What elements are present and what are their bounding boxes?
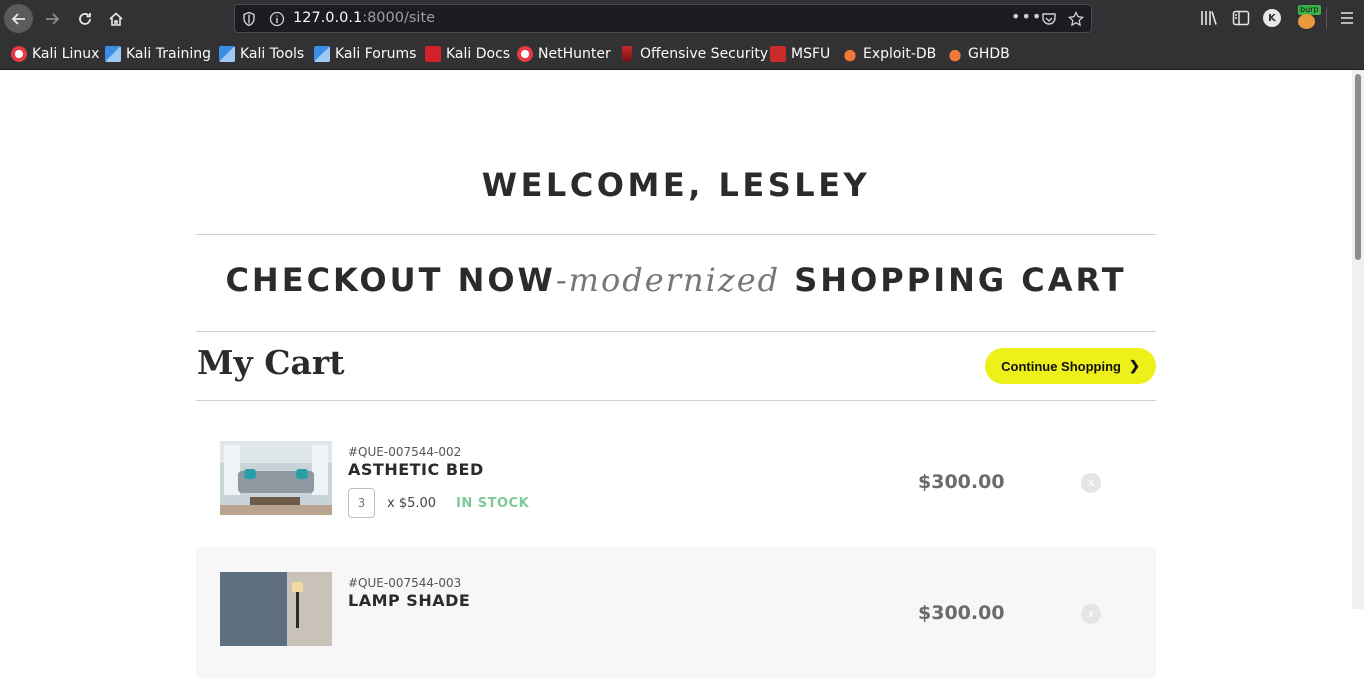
bookmark-star-icon[interactable]: [1067, 11, 1085, 27]
reload-icon: [78, 12, 91, 25]
divider: [196, 400, 1156, 401]
back-button[interactable]: [4, 4, 33, 33]
forward-button[interactable]: [37, 4, 66, 33]
toolbar-separator: [1326, 7, 1327, 29]
bookmark-label: Kali Training: [126, 46, 211, 62]
bookmark-kali-linux[interactable]: Kali Linux: [11, 45, 99, 63]
kali-dragon-icon: [314, 46, 330, 62]
cart-item: #QUE-007544-003 LAMP SHADE $300.00 x: [196, 547, 1156, 678]
bookmark-label: Offensive Security: [640, 46, 769, 62]
home-button[interactable]: [101, 4, 130, 33]
address-bar[interactable]: 127.0.0.1:8000/site •••: [234, 4, 1092, 33]
kali-dragon-icon: [219, 46, 235, 62]
bookmark-msfu[interactable]: MSFU: [770, 45, 830, 63]
remove-item-button[interactable]: x: [1081, 473, 1101, 493]
product-sku: #QUE-007544-002: [348, 445, 462, 459]
reload-button[interactable]: [70, 4, 99, 33]
product-name[interactable]: ASTHETIC BED: [348, 460, 484, 479]
profile-avatar[interactable]: K: [1263, 9, 1281, 27]
kali-docs-icon: [425, 46, 441, 62]
sidebar-icon[interactable]: [1231, 8, 1251, 28]
library-icon[interactable]: [1199, 8, 1219, 28]
ghdb-icon: [947, 46, 963, 62]
bookmark-nethunter[interactable]: NetHunter: [517, 45, 611, 63]
unit-price: x $5.00: [387, 496, 437, 511]
continue-label: Continue Shopping: [1001, 358, 1121, 374]
burp-face: [1298, 14, 1315, 29]
continue-shopping-button[interactable]: Continue Shopping ❯: [985, 348, 1156, 384]
quantity-input[interactable]: 3: [348, 488, 375, 518]
pocket-icon[interactable]: [1040, 11, 1058, 27]
page-actions-icon[interactable]: •••: [1011, 9, 1041, 27]
stock-status: IN STOCK: [456, 496, 530, 511]
bookmark-label: GHDB: [968, 46, 1010, 62]
bookmark-kali-forums[interactable]: Kali Forums: [314, 45, 416, 63]
bookmark-label: NetHunter: [538, 46, 611, 62]
bookmark-label: Kali Forums: [335, 46, 417, 62]
bookmark-kali-tools[interactable]: Kali Tools: [219, 45, 304, 63]
url-path: :8000/site: [362, 10, 436, 26]
page-scrollbar[interactable]: [1352, 70, 1364, 609]
kali-icon: [517, 46, 533, 62]
headline-right: SHOPPING CART: [780, 261, 1127, 299]
scrollbar-thumb[interactable]: [1355, 74, 1361, 260]
url-text[interactable]: 127.0.0.1:8000/site: [293, 10, 435, 26]
product-sku: #QUE-007544-003: [348, 576, 462, 590]
bookmark-label: MSFU: [791, 46, 831, 62]
product-image[interactable]: [220, 572, 332, 646]
bookmark-kali-docs[interactable]: Kali Docs: [425, 45, 510, 63]
bookmark-ghdb[interactable]: GHDB: [947, 45, 1010, 63]
item-total-price: $300.00: [918, 471, 1005, 493]
item-total-price: $300.00: [918, 602, 1005, 624]
arrow-left-icon: [11, 12, 25, 25]
exploit-db-icon: [842, 46, 858, 62]
headline-left: CHECKOUT NOW: [225, 261, 556, 299]
bookmarks-bar: Kali Linux Kali Training Kali Tools Kali…: [0, 37, 1364, 70]
divider: [196, 234, 1156, 235]
bookmark-label: Exploit-DB: [863, 46, 937, 62]
menu-icon[interactable]: [1337, 8, 1357, 28]
home-icon: [108, 11, 123, 26]
site-info-icon[interactable]: [269, 11, 285, 27]
tracking-shield-icon[interactable]: [241, 11, 257, 27]
bookmark-exploit-db[interactable]: Exploit-DB: [842, 45, 936, 63]
cart-item: #QUE-007544-002 ASTHETIC BED 3 x $5.00 I…: [196, 416, 1156, 547]
bookmark-kali-training[interactable]: Kali Training: [105, 45, 211, 63]
url-host: 127.0.0.1: [293, 10, 363, 26]
shop-headline: CHECKOUT NOW-modernized SHOPPING CART: [196, 261, 1156, 299]
chevron-right-icon: ❯: [1128, 358, 1140, 373]
bookmark-label: Kali Docs: [446, 46, 511, 62]
bookmark-label: Kali Linux: [32, 46, 100, 62]
product-image[interactable]: [220, 441, 332, 515]
kali-icon: [11, 46, 27, 62]
bookmark-label: Kali Tools: [240, 46, 305, 62]
product-name[interactable]: LAMP SHADE: [348, 591, 470, 610]
browser-toolbar: 127.0.0.1:8000/site ••• K burp: [0, 0, 1364, 37]
bookmark-offensive-security[interactable]: Offensive Security: [619, 45, 768, 63]
page-content: WELCOME, LESLEY CHECKOUT NOW-modernized …: [0, 70, 1352, 678]
divider: [196, 331, 1156, 332]
arrow-right-icon: [45, 12, 59, 25]
offsec-icon: [622, 46, 632, 62]
welcome-heading: WELCOME, LESLEY: [481, 166, 871, 204]
remove-item-button[interactable]: x: [1081, 604, 1101, 624]
burp-extension-icon[interactable]: burp: [1295, 5, 1321, 31]
msfu-icon: [770, 46, 786, 62]
kali-dragon-icon: [105, 46, 121, 62]
headline-italic: -modernized: [555, 261, 781, 299]
cart-title: My Cart: [197, 343, 345, 382]
